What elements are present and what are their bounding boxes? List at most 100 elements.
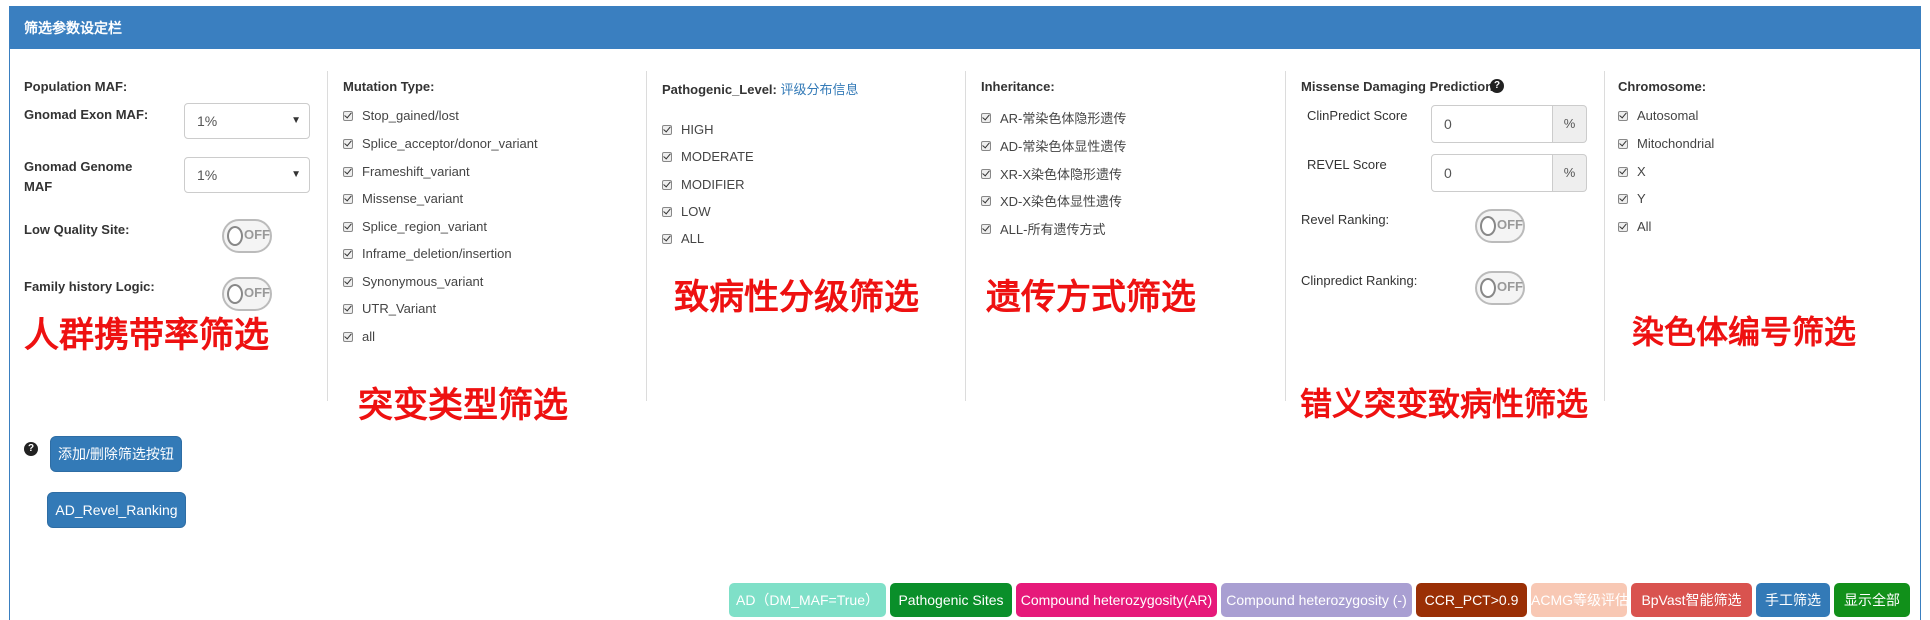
inheritance-title: Inheritance: [981, 79, 1055, 94]
checkbox-checked[interactable] [1618, 193, 1628, 204]
checkbox-checked[interactable] [343, 331, 353, 342]
checkbox-checked[interactable] [343, 138, 353, 149]
column-divider [965, 71, 966, 401]
chromosome-item[interactable]: Autosomal [1618, 108, 1698, 123]
add-remove-filter-button[interactable]: 添加/删除筛选按钮 [50, 436, 182, 472]
mutation-item[interactable]: Frameshift_variant [343, 164, 470, 179]
checkbox-checked[interactable] [1618, 110, 1628, 121]
annotation-mutation: 突变类型筛选 [358, 386, 569, 426]
revel-score-input[interactable]: 0 [1431, 154, 1553, 192]
annotation-pathogenic: 致病性分级筛选 [674, 278, 920, 318]
toggle-knob [1480, 216, 1496, 236]
preset-filter-button[interactable]: 手工筛选 [1756, 583, 1830, 617]
pathogenic-item[interactable]: MODERATE [662, 149, 754, 164]
ad-revel-ranking-button[interactable]: AD_Revel_Ranking [47, 492, 186, 528]
mutation-item[interactable]: Stop_gained/lost [343, 108, 459, 123]
gnomad-exon-value: 1% [197, 113, 218, 129]
checkbox-checked[interactable] [981, 223, 991, 234]
inheritance-item[interactable]: XD-X染色体显性遗传 [981, 191, 1122, 210]
checkbox-checked[interactable] [343, 221, 353, 232]
preset-filter-button[interactable]: Compound heterozygosity (-) [1221, 583, 1412, 617]
toggle-off-text: OFF [244, 285, 270, 300]
checkbox-checked[interactable] [343, 193, 353, 204]
clinpredict-score-label: ClinPredict Score [1307, 108, 1408, 123]
gnomad-genome-label-line2: MAF [24, 179, 53, 194]
checkbox-checked[interactable] [343, 248, 353, 259]
checkbox-checked[interactable] [1618, 166, 1628, 177]
preset-filter-button[interactable]: Compound heterozygosity(AR) [1016, 583, 1217, 617]
column-divider [327, 71, 328, 401]
revel-ranking-toggle[interactable]: OFF [1475, 209, 1525, 243]
chromosome-item[interactable]: Y [1618, 191, 1646, 206]
checkbox-checked[interactable] [343, 166, 353, 177]
mutation-item[interactable]: Missense_variant [343, 191, 463, 206]
toggle-knob [227, 284, 243, 304]
toggle-off-text: OFF [244, 227, 270, 242]
annotation-population: 人群携带率筛选 [24, 316, 270, 356]
gnomad-genome-label-line1: Gnomad Genome [24, 159, 133, 174]
pathogenic-item[interactable]: ALL [662, 231, 704, 246]
chevron-down-icon: ▼ [291, 115, 301, 126]
inheritance-item[interactable]: XR-X染色体隐形遗传 [981, 164, 1122, 183]
checkbox-checked[interactable] [343, 110, 353, 121]
help-icon[interactable]: ? [24, 442, 38, 456]
gnomad-exon-select[interactable]: 1% ▼ [184, 103, 310, 139]
pathogenic-item[interactable]: LOW [662, 204, 711, 219]
pathogenic-item[interactable]: HIGH [662, 122, 714, 137]
gnomad-exon-label: Gnomad Exon MAF: [24, 107, 149, 122]
checkbox-checked[interactable] [343, 303, 353, 314]
chromosome-item[interactable]: All [1618, 219, 1651, 234]
clinpredict-score-input[interactable]: 0 [1431, 105, 1553, 143]
gnomad-genome-value: 1% [197, 167, 218, 183]
annotation-inheritance: 遗传方式筛选 [986, 278, 1197, 318]
checkbox-checked[interactable] [662, 124, 672, 135]
pathogenic-item[interactable]: MODIFIER [662, 177, 745, 192]
annotation-chromosome: 染色体编号筛选 [1632, 313, 1857, 351]
checkbox-checked[interactable] [1618, 221, 1628, 232]
checkbox-checked[interactable] [981, 195, 991, 206]
checkbox-checked[interactable] [662, 233, 672, 244]
preset-filter-button[interactable]: ACMG等级评估 [1531, 583, 1629, 617]
checkbox-checked[interactable] [981, 112, 991, 123]
checkbox-checked[interactable] [662, 151, 672, 162]
toggle-off-text: OFF [1497, 217, 1523, 232]
chromosome-item[interactable]: Mitochondrial [1618, 136, 1714, 151]
mutation-item[interactable]: UTR_Variant [343, 301, 436, 316]
mutation-type-title: Mutation Type: [343, 79, 435, 94]
gnomad-genome-select[interactable]: 1% ▼ [184, 157, 310, 193]
clinpredict-ranking-toggle[interactable]: OFF [1475, 271, 1525, 305]
missense-title: Missense Damaging Prediction: [1301, 79, 1498, 94]
mutation-item[interactable]: Inframe_deletion/insertion [343, 246, 512, 261]
chromosome-item[interactable]: X [1618, 164, 1646, 179]
population-maf-title: Population MAF: [24, 79, 128, 94]
pathogenic-level-title: Pathogenic_Level: 评级分布信息 [662, 82, 859, 97]
preset-filter-button[interactable]: CCR_PCT>0.9 [1416, 583, 1527, 617]
low-quality-toggle[interactable]: OFF [222, 219, 272, 253]
help-icon[interactable]: ? [1490, 79, 1504, 93]
inheritance-item[interactable]: AD-常染色体显性遗传 [981, 136, 1126, 155]
mutation-item[interactable]: Synonymous_variant [343, 274, 483, 289]
checkbox-checked[interactable] [662, 206, 672, 217]
inheritance-item[interactable]: AR-常染色体隐形遗传 [981, 108, 1126, 127]
checkbox-checked[interactable] [981, 168, 991, 179]
filter-panel: 筛选参数设定栏 Population MAF: Gnomad Exon MAF:… [9, 6, 1921, 620]
checkbox-checked[interactable] [662, 179, 672, 190]
mutation-item[interactable]: Splice_region_variant [343, 219, 487, 234]
annotation-missense: 错义突变致病性筛选 [1300, 385, 1589, 423]
preset-filter-button[interactable]: AD（DM_MAF=True） [729, 583, 886, 617]
checkbox-checked[interactable] [1618, 138, 1628, 149]
clinpredict-ranking-label: Clinpredict Ranking: [1301, 273, 1418, 288]
mutation-item[interactable]: Splice_acceptor/donor_variant [343, 136, 538, 151]
column-divider [1604, 71, 1605, 401]
preset-filter-button[interactable]: 显示全部 [1834, 583, 1910, 617]
checkbox-checked[interactable] [981, 140, 991, 151]
rating-distribution-link[interactable]: 评级分布信息 [781, 82, 859, 97]
family-history-toggle[interactable]: OFF [222, 277, 272, 311]
mutation-item[interactable]: all [343, 329, 375, 344]
inheritance-item[interactable]: ALL-所有遗传方式 [981, 219, 1105, 238]
preset-filter-button[interactable]: Pathogenic Sites [890, 583, 1012, 617]
preset-filter-button[interactable]: BpVast智能筛选 [1631, 583, 1752, 617]
checkbox-checked[interactable] [343, 276, 353, 287]
panel-title: 筛选参数设定栏 [10, 7, 1920, 49]
column-divider [646, 71, 647, 401]
